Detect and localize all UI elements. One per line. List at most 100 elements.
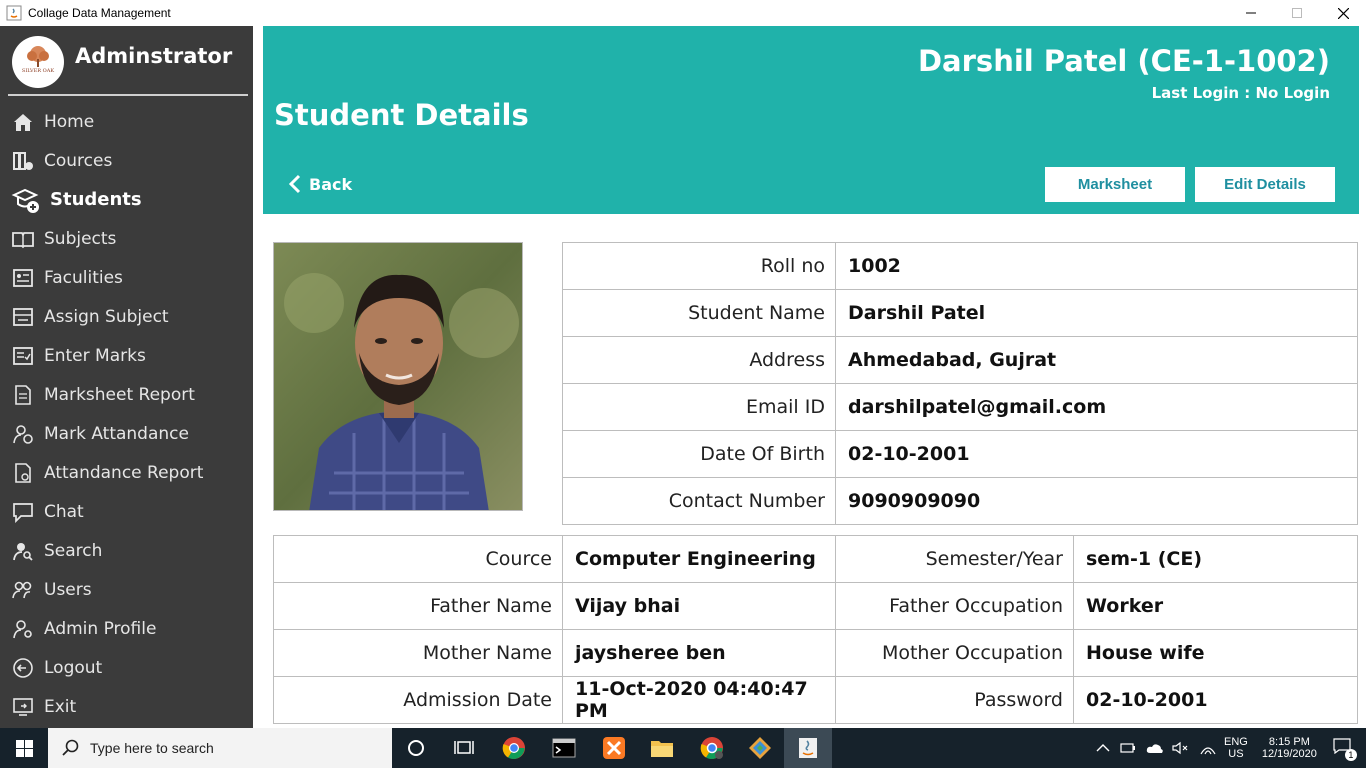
student-name-value: Darshil Patel [835,289,1358,337]
sidebar-item-logout[interactable]: Logout [0,648,253,687]
sidebar-item-label: Home [44,111,95,132]
student-name-label: Student Name [562,289,836,337]
minimize-button[interactable] [1228,0,1274,26]
java-icon [799,738,817,758]
chrome-icon [502,737,525,759]
sidebar-item-chat[interactable]: Chat [0,492,253,531]
roll-no-label: Roll no [562,242,836,290]
windows-logo-icon [15,739,33,757]
cmd-taskbar-button[interactable] [540,728,588,768]
xampp-icon [603,737,625,759]
sidebar-item-subjects[interactable]: Subjects [0,219,253,258]
maximize-button[interactable] [1274,0,1320,26]
sidebar-item-label: Attandance Report [44,462,204,483]
sidebar-item-students[interactable]: Students [0,180,253,219]
diamond-app-icon [749,737,771,759]
battery-icon[interactable] [1120,741,1136,755]
users-icon [10,577,36,603]
wifi-icon[interactable] [1200,741,1216,755]
sidebar-item-label: Assign Subject [44,306,169,327]
attendance-report-icon [10,460,36,486]
course-label: Cource [273,535,563,583]
sidebar-item-label: Marksheet Report [44,384,195,405]
vs-taskbar-button[interactable] [736,728,784,768]
dob-value: 02-10-2001 [835,430,1358,478]
course-value: Computer Engineering [562,535,836,583]
xampp-taskbar-button[interactable] [590,728,638,768]
brand: SILVER OAK Adminstrator [12,34,252,90]
language-indicator[interactable]: ENG US [1224,736,1248,760]
contact-value: 9090909090 [835,477,1358,525]
edit-details-button[interactable]: Edit Details [1195,167,1335,202]
dob-label: Date Of Birth [562,430,836,478]
chrome-profile-icon [700,737,723,759]
sidebar-item-label: Users [44,579,92,600]
report-icon [10,382,36,408]
sidebar-item-marksheet-report[interactable]: Marksheet Report [0,375,253,414]
logout-icon [10,655,36,681]
sidebar-item-label: Search [44,540,103,561]
sidebar-item-faculities[interactable]: Faculities [0,258,253,297]
onedrive-cloud-icon[interactable] [1146,741,1164,755]
sidebar-item-courses[interactable]: Cources [0,141,253,180]
chevron-up-icon[interactable] [1096,743,1110,753]
chat-icon [10,499,36,525]
table-row: Email ID darshilpatel@gmail.com [562,383,1358,431]
sidebar-item-mark-attandance[interactable]: Mark Attandance [0,414,253,453]
semester-label: Semester/Year [835,535,1074,583]
student-title: Darshil Patel (CE-1-1002) [917,44,1330,78]
sidebar: SILVER OAK Adminstrator Home Cources Stu… [0,26,253,728]
mother-occupation-value: House wife [1073,629,1358,677]
marksheet-button[interactable]: Marksheet [1045,167,1185,202]
task-view-icon [454,741,474,754]
student-portrait-image [274,243,522,510]
marks-icon [10,343,36,369]
courses-icon [10,148,36,174]
clock[interactable]: 8:15 PM 12/19/2020 [1262,736,1317,760]
admission-date-value: 11-Oct-2020 04:40:47 PM [562,676,836,724]
sidebar-item-admin-profile[interactable]: Admin Profile [0,609,253,648]
family-details-table: Cource Computer Engineering Semester/Yea… [273,535,1358,724]
java-app-taskbar-button[interactable] [784,728,832,768]
admin-profile-icon [10,616,36,642]
notification-center-button[interactable]: 1 [1333,738,1357,761]
task-view-button[interactable] [440,728,488,768]
close-icon [1337,7,1349,19]
clock-date: 12/19/2020 [1261,748,1317,760]
last-login: Last Login : No Login [1151,84,1330,102]
sidebar-item-enter-marks[interactable]: Enter Marks [0,336,253,375]
table-row: Student Name Darshil Patel [562,289,1358,337]
sidebar-item-label: Enter Marks [44,345,146,366]
volume-muted-icon[interactable] [1172,741,1190,755]
file-explorer-taskbar-button[interactable] [638,728,686,768]
taskbar: Type here to search ENG US 8:15 PM 12/19… [0,728,1366,768]
cortana-button[interactable] [392,728,440,768]
back-label: Back [309,174,353,194]
chrome-second-taskbar-button[interactable] [688,728,736,768]
sidebar-item-attandance-report[interactable]: Attandance Report [0,453,253,492]
sidebar-item-exit[interactable]: Exit [0,687,253,726]
sidebar-item-home[interactable]: Home [0,102,253,141]
sidebar-item-label: Subjects [44,228,117,249]
java-app-icon [6,5,22,21]
taskbar-search-input[interactable]: Type here to search [48,728,392,768]
college-logo: SILVER OAK [12,36,64,88]
father-occupation-label: Father Occupation [835,582,1074,630]
close-button[interactable] [1320,0,1366,26]
roll-no-value: 1002 [835,242,1358,290]
sidebar-item-users[interactable]: Users [0,570,253,609]
sidebar-item-search[interactable]: Search [0,531,253,570]
search-icon [62,739,79,756]
sidebar-nav: Home Cources Students Subjects Faculitie… [0,102,253,726]
start-button[interactable] [0,728,48,768]
address-value: Ahmedabad, Gujrat [835,336,1358,384]
back-button[interactable]: Back [289,174,352,194]
chrome-taskbar-button[interactable] [490,728,538,768]
minimize-icon [1246,12,1256,14]
contact-label: Contact Number [562,477,836,525]
clock-time: 8:15 PM [1268,736,1310,748]
student-photo [273,242,523,511]
brand-title: Adminstrator [75,44,233,68]
email-label: Email ID [562,383,836,431]
sidebar-item-assign-subject[interactable]: Assign Subject [0,297,253,336]
